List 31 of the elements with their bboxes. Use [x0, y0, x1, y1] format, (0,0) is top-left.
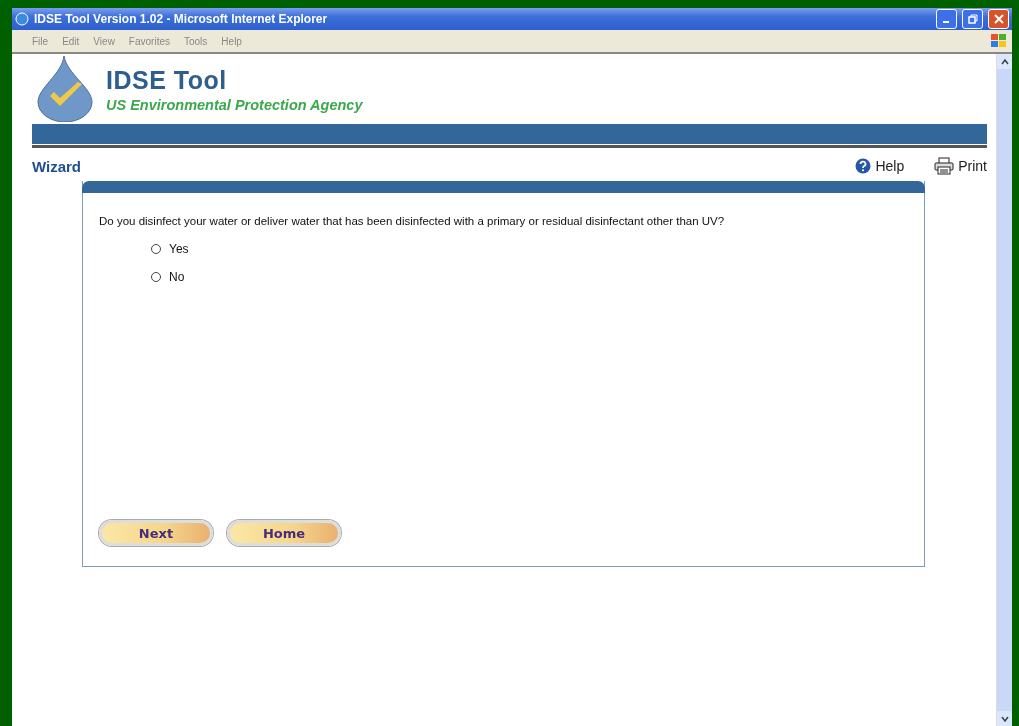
radio-label: No: [169, 270, 185, 284]
menu-item[interactable]: Edit: [62, 35, 80, 47]
app-title: IDSE Tool: [106, 66, 228, 95]
scrollbar[interactable]: [996, 54, 1012, 726]
menu-item[interactable]: File: [32, 35, 49, 47]
window-title: IDSE Tool Version 1.02 - Microsoft Internet Explorer: [34, 12, 329, 26]
next-button[interactable]: Next: [99, 520, 213, 546]
browser-icon: [15, 12, 29, 26]
close-button[interactable]: [988, 9, 1009, 29]
close-icon: [993, 14, 1004, 24]
restore-button[interactable]: [962, 9, 983, 29]
help-icon: [855, 158, 872, 174]
printer-icon: [934, 157, 955, 175]
restore-icon: [967, 14, 978, 24]
windows-logo-icon: [990, 33, 1008, 49]
menu-item[interactable]: Tools: [184, 35, 208, 47]
minimize-button[interactable]: [936, 9, 957, 29]
scroll-down-icon[interactable]: [1000, 715, 1009, 722]
radio-label: Yes: [169, 242, 189, 256]
scroll-up-icon[interactable]: [1000, 58, 1009, 65]
menu-item[interactable]: Favorites: [128, 35, 170, 47]
menu-item[interactable]: View: [93, 35, 115, 47]
print-link[interactable]: Print: [958, 158, 987, 174]
radio-button[interactable]: [151, 272, 161, 282]
page-title: Wizard: [32, 157, 83, 175]
help-link[interactable]: Help: [875, 158, 905, 174]
question-text: Do you disinfect your water or deliver water that has been disinfected with a primary or residual disinfectant other than UV?: [99, 215, 726, 227]
home-button[interactable]: Home: [227, 520, 341, 546]
agency-name: US Environmental Protection Agency: [106, 97, 363, 113]
menu-item[interactable]: Help: [221, 35, 242, 47]
radio-button[interactable]: [151, 244, 161, 254]
